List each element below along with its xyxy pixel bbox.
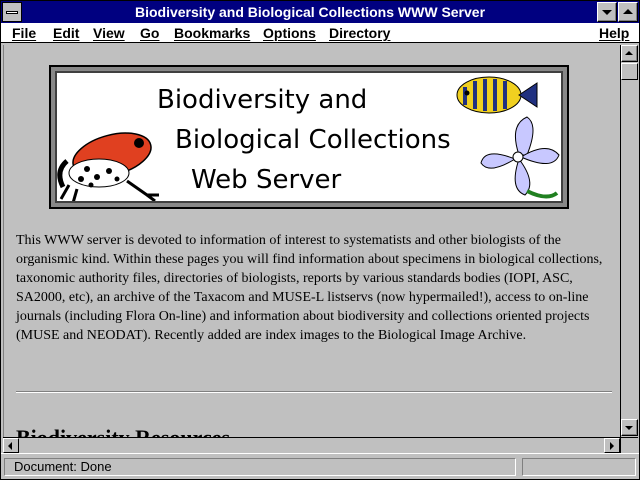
arrow-right-icon [610,442,614,450]
banner-line-1: Biodiversity and [157,85,368,115]
arrow-up-icon [625,51,633,55]
title-bar[interactable]: Biodiversity and Biological Collections … [1,1,639,23]
menu-directory[interactable]: Directory [329,25,390,41]
horizontal-rule [16,391,612,393]
scroll-right-button[interactable] [604,438,620,453]
banner-panel: Biodiversity and Biological Collections … [55,71,563,203]
minimize-button[interactable] [597,2,617,22]
progress-indicator [522,458,636,476]
minimize-icon [602,10,612,15]
page-content: Biodiversity and Biological Collections … [3,45,620,437]
menu-bookmarks[interactable]: Bookmarks [174,25,250,41]
menu-bar: File Edit View Go Bookmarks Options Dire… [1,23,639,43]
horizontal-scrollbar[interactable] [3,437,620,453]
menu-go[interactable]: Go [140,25,159,41]
menu-options[interactable]: Options [263,25,316,41]
status-bar: Document: Done [1,453,639,479]
system-menu-button[interactable] [2,2,22,22]
scrollbar-corner [620,437,638,453]
frog-icon [57,132,159,201]
status-text: Document: Done [4,458,516,476]
window-title: Biodiversity and Biological Collections … [134,4,486,20]
menu-help[interactable]: Help [599,25,629,41]
banner-line-3: Web Server [191,165,342,195]
browser-window: Biodiversity and Biological Collections … [0,0,640,480]
arrow-down-icon [625,426,633,430]
system-menu-icon [6,11,18,14]
menu-edit[interactable]: Edit [53,25,79,41]
menu-view[interactable]: View [93,25,125,41]
vertical-scroll-thumb[interactable] [621,63,638,80]
vertical-scrollbar[interactable] [620,45,638,437]
fish-icon [456,76,538,114]
menu-file[interactable]: File [12,25,36,41]
banner-line-2: Biological Collections [175,125,451,155]
intro-paragraph: This WWW server is devoted to informatio… [16,233,603,343]
maximize-button[interactable] [618,2,638,22]
banner-image: Biodiversity and Biological Collections … [49,65,569,209]
scroll-down-button[interactable] [621,419,638,436]
section-heading: Biodiversity Resources [16,425,230,437]
flower-icon [480,116,560,199]
maximize-icon [623,9,633,14]
scroll-left-button[interactable] [3,438,19,453]
scroll-up-button[interactable] [621,45,638,62]
arrow-left-icon [8,442,12,450]
